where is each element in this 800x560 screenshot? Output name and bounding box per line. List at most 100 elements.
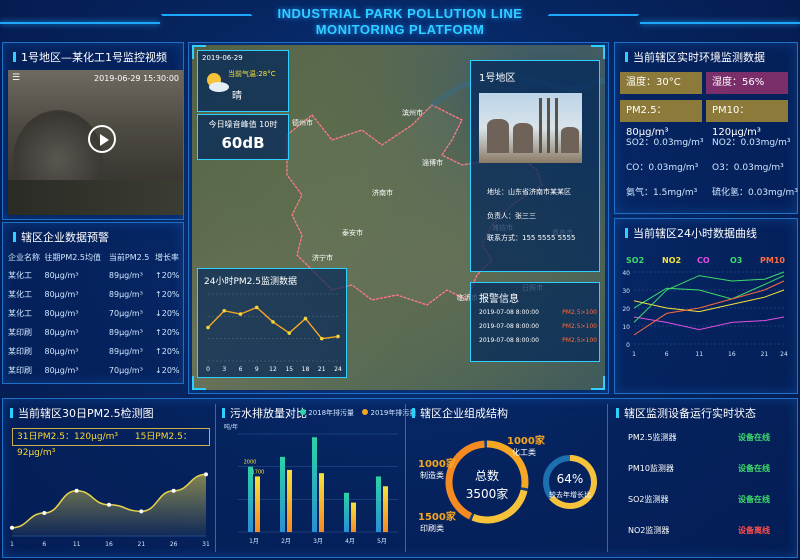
menu-icon[interactable]: ☰: [12, 73, 20, 83]
discharge-data-label: 2000: [244, 460, 257, 466]
header-deco-left: [160, 14, 260, 24]
cell-current: 89μg/m³: [108, 328, 143, 337]
alarm-time: 2019-07-08 8:00:00: [479, 309, 539, 316]
pm30-point: [74, 488, 79, 493]
map-place-label: 济南市: [372, 188, 393, 197]
device-status: 设备在线: [738, 433, 770, 442]
curve-y-tick: 40: [622, 270, 630, 277]
discharge-x-tick: 1月: [249, 538, 259, 545]
play-icon[interactable]: [88, 125, 116, 153]
pm24-x-tick: 18: [302, 366, 310, 373]
pm30-x-tick: 11: [73, 541, 81, 548]
pm30-point: [42, 510, 47, 515]
legend-dot-2018: [300, 409, 306, 415]
cell-name: 某印刷: [8, 328, 32, 337]
discharge-bar: [351, 502, 356, 532]
legend-2019: 2019年排污量: [370, 409, 417, 417]
env-highlight-cell: PM2.5：80μg/m³: [620, 100, 702, 138]
device-name: PM10监测器: [628, 464, 674, 473]
env-value-cell: 氨气：1.5mg/m³: [626, 188, 698, 198]
cell-past: 80μg/m³: [44, 290, 79, 299]
table-row[interactable]: 某化工 80μg/m³ 89μg/m³ ↑20%: [8, 266, 183, 285]
alarm-value: PM2.5>100: [562, 337, 597, 344]
curve-x-tick: 21: [761, 351, 769, 358]
cell-past: 80μg/m³: [44, 328, 79, 337]
sun-cloud-icon: [207, 73, 229, 92]
cell-past: 80μg/m³: [44, 271, 79, 280]
env-highlight-cell: 温度：30°C: [620, 72, 702, 94]
enterprise-table: 企业名称 往期PM2.5均值 当前PM2.5 增长率 某化工 80μg/m³ 89μ…: [8, 248, 183, 380]
alarm-item: 2019-07-08 8:00:00 PM2.5>100: [479, 309, 597, 323]
cell-rate: ↑20%: [155, 271, 180, 280]
pm24-x-tick: 24: [334, 366, 342, 373]
discharge-bar: [287, 469, 292, 532]
pm30-summary: 31日PM2.5：120μg/m³ 15日PM2.5：92μg/m³: [12, 428, 210, 458]
col-header: 增长率: [155, 252, 180, 262]
device-name: SO2监测器: [628, 495, 669, 504]
device-status: 设备在线: [738, 495, 770, 504]
table-row[interactable]: 某印刷 80μg/m³ 89μg/m³ ↑20%: [8, 323, 183, 342]
structure-title: 辖区企业组成结构: [412, 405, 508, 421]
status-title: 辖区监测设备运行实时状态: [616, 405, 756, 421]
factory-photo: [479, 93, 582, 163]
map-place-label: 德州市: [292, 118, 313, 127]
cell-name: 某印刷: [8, 366, 32, 375]
cell-rate: ↑20%: [155, 328, 180, 337]
pm30-chart: 1 6 11 16 21 26 31: [10, 472, 210, 548]
table-row[interactable]: 某印刷 80μg/m³ 70μg/m³ ↓20%: [8, 361, 183, 380]
structure-chem-label: 化工类: [512, 448, 536, 457]
col-header: 当前PM2.5: [108, 252, 150, 262]
weather-condition: 晴: [232, 91, 242, 102]
curve-series-co: [633, 316, 785, 331]
pm30-x-tick: 21: [138, 541, 146, 548]
col-header: 往期PM2.5均值: [44, 252, 101, 262]
cell-past: 80μg/m³: [44, 309, 79, 318]
pm30-summary-31: 31日PM2.5：120μg/m³: [17, 432, 118, 442]
discharge-bar: [312, 437, 317, 532]
curve-chart: 0102030401 6 11 16 21 24: [622, 270, 788, 358]
cell-current: 89μg/m³: [108, 290, 143, 299]
noise-card: 今日噪音峰值 10时 60dB: [197, 114, 289, 160]
discharge-data-label: 1700: [252, 469, 265, 475]
weather-date: 2019-06-29: [202, 54, 243, 62]
chimney: [547, 98, 550, 153]
cell-name: 某化工: [8, 271, 32, 280]
table-row[interactable]: 某化工 80μg/m³ 89μg/m³ ↑20%: [8, 285, 183, 304]
curve-y-tick: 30: [622, 288, 630, 295]
alarm-item: 2019-07-08 8:00:00 PM2.5>100: [479, 323, 597, 337]
alarm-list: 2019-07-08 8:00:00 PM2.5>100 2019-07-08 8:…: [479, 309, 597, 351]
discharge-bar: [280, 456, 285, 532]
weather-temp: 当前气温:28°C: [228, 70, 276, 78]
header-line-left: [0, 22, 160, 24]
structure-mfg-count: 1000家: [418, 459, 456, 470]
cell-name: 某化工: [8, 309, 32, 318]
pm30-x-tick: 1: [10, 541, 14, 548]
pm24-card: 24小时PM2.5监测数据 0 3 6 9 12 15 18 21 24: [197, 268, 347, 378]
enterprise-table-header: 企业名称 往期PM2.5均值 当前PM2.5 增长率: [8, 248, 183, 266]
discharge-x-tick: 2月: [281, 538, 291, 545]
pm24-point: [222, 308, 227, 313]
legend-dot-2019: [362, 409, 369, 415]
discharge-chart: 吨/年 1月 2月 3月 4月 5月 2000 1700: [224, 423, 398, 545]
map-corner: [591, 376, 605, 390]
surveillance-video[interactable]: ☰ 2019-06-29 15:30:00: [8, 70, 183, 215]
cooling-tower: [513, 123, 533, 153]
table-row[interactable]: 某化工 80μg/m³ 70μg/m³ ↓20%: [8, 304, 183, 323]
discharge-x-tick: 3月: [313, 538, 323, 545]
discharge-x-tick: 4月: [345, 538, 355, 545]
curve-x-tick: 16: [728, 351, 736, 358]
cell-current: 89μg/m³: [108, 347, 143, 356]
curve-series-pm10: [633, 280, 785, 336]
pm24-x-tick: 21: [318, 366, 326, 373]
env-value-cell: CO：0.03mg/m³: [626, 163, 699, 173]
pm24-x-tick: 12: [269, 366, 277, 373]
pm24-point: [238, 312, 243, 316]
alarm-card: 报警信息 2019-07-08 8:00:00 PM2.5>100 2019-07-…: [470, 282, 600, 362]
cell-rate: ↓20%: [155, 309, 180, 318]
table-row[interactable]: 某印刷 80μg/m³ 89μg/m³ ↑20%: [8, 342, 183, 361]
pm24-point: [271, 320, 275, 324]
area-phone: 联系方式：155 5555 5555: [487, 234, 576, 242]
env-value-cell: 硫化氢：0.03mg/m³: [712, 188, 798, 198]
curve-x-tick: 6: [665, 351, 669, 358]
pm24-x-tick: 9: [255, 366, 259, 373]
